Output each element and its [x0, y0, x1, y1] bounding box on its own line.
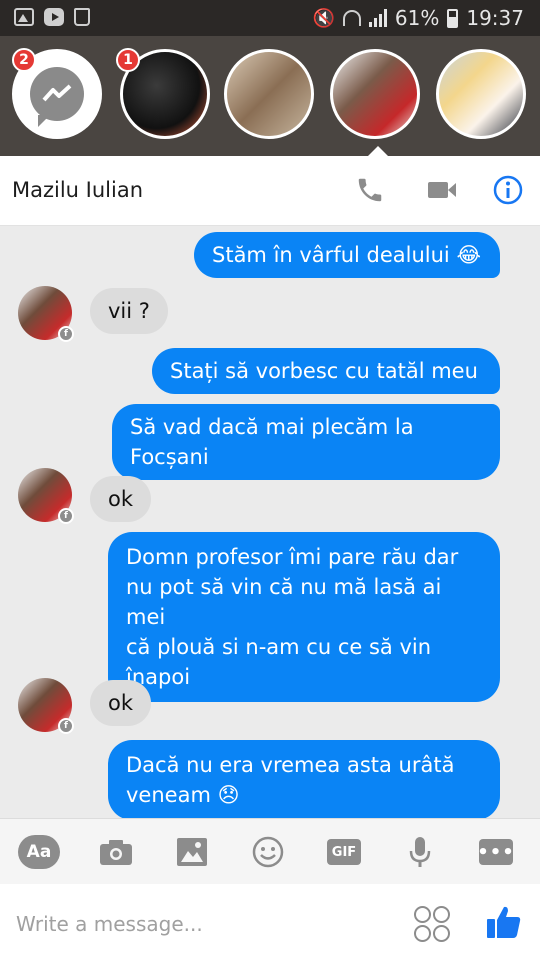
gif-icon[interactable]: GIF: [324, 835, 364, 869]
emoji-icon[interactable]: [248, 835, 288, 869]
message-line: veneam 😞: [126, 783, 240, 807]
chat-head-contact[interactable]: [224, 49, 314, 139]
battery-icon: [447, 8, 459, 28]
camera-icon[interactable]: [96, 835, 136, 869]
wifi-icon: [342, 10, 361, 26]
message-line: nu pot să vin că nu mă lasă ai mei: [126, 575, 442, 629]
status-left-icons: [14, 8, 90, 26]
text-format-button[interactable]: Aa: [18, 835, 60, 869]
outgoing-message[interactable]: Dacă nu era vremea asta urâtă veneam 😞: [108, 740, 500, 818]
avatar[interactable]: f: [18, 286, 74, 342]
unread-badge: 2: [12, 48, 36, 72]
avatar[interactable]: f: [18, 678, 74, 734]
messenger-icon: [30, 67, 84, 127]
microphone-icon[interactable]: [400, 835, 440, 869]
outgoing-message[interactable]: Stăm în vârful dealului 😂: [194, 232, 500, 278]
avatar[interactable]: f: [18, 468, 74, 524]
clock: 19:37: [466, 6, 524, 30]
sticker-face: [414, 925, 431, 942]
contact-name: Mazilu Iulian: [12, 178, 144, 202]
outgoing-message[interactable]: Să vad dacă mai plecăm la Focșani: [112, 404, 500, 480]
recycle-icon: [74, 8, 90, 26]
chat-head-contact[interactable]: [436, 49, 526, 139]
battery-percent: 61%: [394, 6, 440, 30]
incoming-message[interactable]: ok: [90, 680, 152, 726]
active-head-pointer: [366, 146, 390, 158]
status-bar: 🔇 61% 19:37: [0, 0, 540, 36]
facebook-icon: f: [58, 508, 74, 524]
facebook-icon: f: [58, 326, 74, 342]
sticker-face: [433, 906, 450, 923]
incoming-message[interactable]: vii ?: [90, 288, 168, 334]
conversation-header: Mazilu Iulian: [0, 156, 540, 226]
sticker-face: [414, 906, 431, 923]
sticker-icon[interactable]: [414, 906, 450, 942]
youtube-icon: [44, 8, 64, 26]
unread-badge: 1: [116, 48, 140, 72]
image-icon[interactable]: [172, 835, 212, 869]
outgoing-message[interactable]: Stați să vorbesc cu tatăl meu: [152, 348, 500, 394]
composer-toolbar: Aa GIF •••: [0, 818, 540, 884]
video-camera-icon[interactable]: [424, 172, 460, 208]
message-list: Stăm în vârful dealului 😂 f vii ? Stați …: [0, 226, 540, 818]
more-label: •••: [477, 839, 514, 865]
chat-head-active-contact[interactable]: [330, 49, 420, 139]
phone-icon[interactable]: [352, 172, 388, 208]
message-composer: [0, 884, 540, 960]
message-line: Domn profesor îmi pare rău dar: [126, 545, 459, 569]
outgoing-message[interactable]: Domn profesor îmi pare rău dar nu pot să…: [108, 532, 500, 702]
gif-label: GIF: [327, 839, 361, 865]
incoming-message[interactable]: ok: [90, 476, 152, 522]
mute-icon: 🔇: [312, 7, 335, 29]
chat-heads-bar: 2 1: [0, 36, 540, 156]
message-line: înapoi: [126, 665, 191, 689]
message-line: Dacă nu era vremea asta urâtă: [126, 753, 455, 777]
facebook-icon: f: [58, 718, 74, 734]
more-icon[interactable]: •••: [476, 835, 516, 869]
message-input[interactable]: [16, 904, 396, 944]
gallery-icon: [14, 8, 34, 26]
like-icon[interactable]: [484, 902, 524, 942]
status-right: 🔇 61% 19:37: [312, 6, 524, 30]
sticker-face: [433, 925, 450, 942]
signal-icon: [368, 9, 387, 27]
info-icon[interactable]: [490, 172, 526, 208]
message-line: că plouă si n-am cu ce să vin: [126, 635, 432, 659]
